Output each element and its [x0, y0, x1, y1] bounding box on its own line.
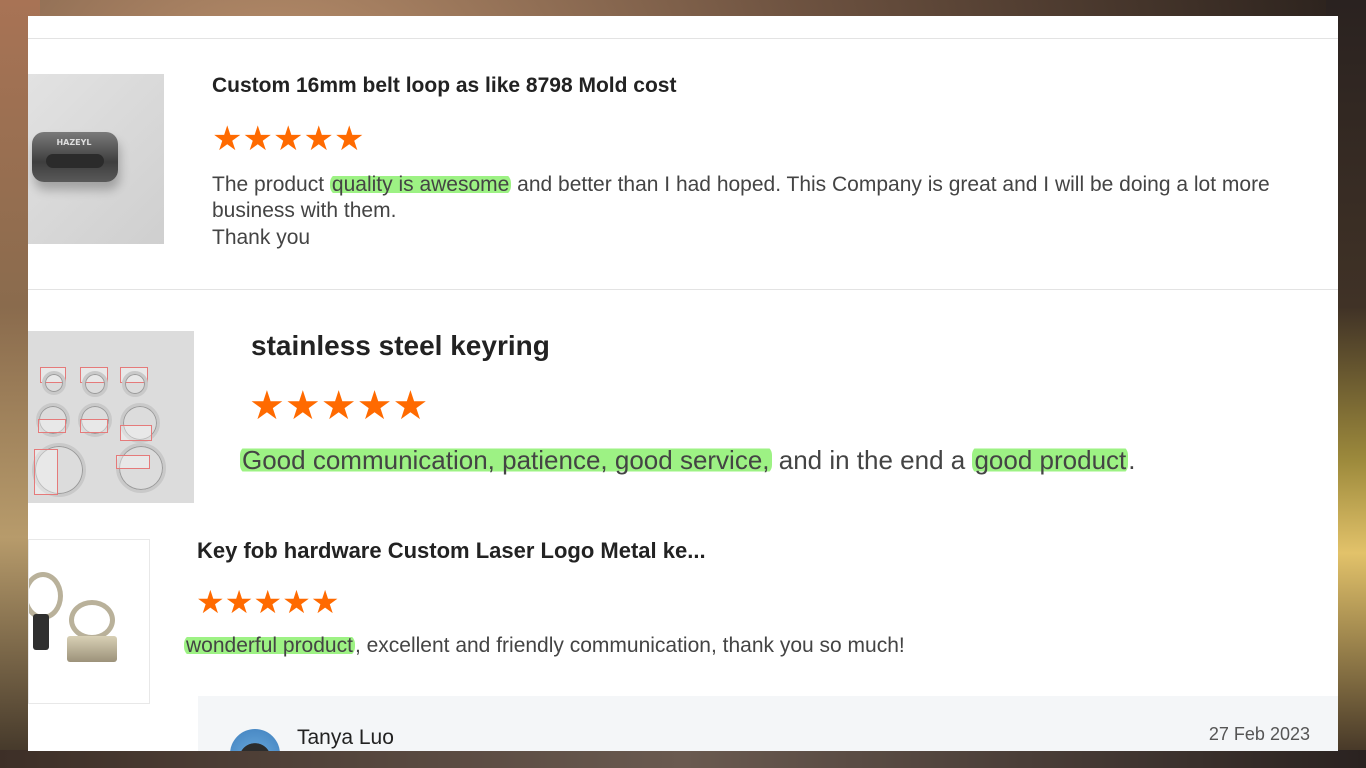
- fob-plate-shape: [67, 636, 117, 662]
- review-product-title[interactable]: stainless steel keyring: [251, 330, 550, 362]
- review-product-title[interactable]: Key fob hardware Custom Laser Logo Metal…: [197, 538, 706, 564]
- review-text-part: Thank you: [212, 225, 311, 249]
- background-blur-bottom: [0, 750, 1366, 768]
- comment-author: Tanya Luo: [297, 726, 394, 749]
- highlighted-phrase: quality is awesome: [329, 173, 512, 196]
- review-text: Good communication, patience, good servi…: [240, 444, 1320, 477]
- avatar-icon: [230, 729, 280, 751]
- star-icon: ★: [303, 120, 334, 158]
- highlighted-phrase: good product: [972, 445, 1129, 475]
- rating-stars: ★ ★ ★ ★ ★: [212, 122, 364, 156]
- ring-shape: [82, 371, 108, 397]
- star-icon: ★: [284, 384, 321, 428]
- belt-loop-image: HAZEYL: [32, 132, 118, 182]
- belt-loop-logo: HAZEYL: [56, 138, 92, 147]
- star-icon: ★: [356, 384, 393, 428]
- review-text-part: and in the end a: [771, 445, 973, 475]
- star-icon: ★: [242, 120, 273, 158]
- rating-stars: ★ ★ ★ ★ ★: [196, 586, 339, 618]
- rating-stars: ★ ★ ★ ★ ★: [249, 386, 428, 426]
- star-icon: ★: [320, 384, 357, 428]
- ring-tag: [38, 419, 66, 433]
- fob-ring-shape: [29, 572, 63, 620]
- review-text-part: The product: [212, 173, 330, 196]
- product-thumbnail-key-fob[interactable]: [28, 539, 150, 704]
- highlighted-phrase: wonderful product: [184, 634, 355, 657]
- fob-ring-shape: [69, 600, 115, 640]
- ring-tag: [80, 419, 108, 433]
- star-icon: ★: [224, 584, 254, 620]
- belt-loop-hole: [46, 154, 104, 168]
- review-text-part: , excellent and friendly communication, …: [354, 634, 905, 657]
- ring-shape: [42, 371, 66, 395]
- star-icon: ★: [392, 384, 429, 428]
- star-icon: ★: [310, 584, 340, 620]
- star-icon: ★: [253, 584, 283, 620]
- star-icon: ★: [272, 120, 304, 158]
- review-text: wonderful product, excellent and friendl…: [184, 633, 1304, 659]
- ring-shape: [122, 371, 148, 397]
- seller-comment-box: Tanya Luo 27 Feb 2023: [198, 696, 1338, 751]
- review-product-title[interactable]: Custom 16mm belt loop as like 8798 Mold …: [212, 74, 676, 98]
- star-icon: ★: [282, 584, 311, 620]
- review-text-part: .: [1128, 445, 1136, 475]
- product-thumbnail-keyrings[interactable]: [28, 331, 194, 503]
- ring-tag: [34, 449, 58, 495]
- star-icon: ★: [212, 120, 243, 158]
- product-thumbnail-belt-loop[interactable]: HAZEYL: [28, 74, 164, 244]
- ring-tag: [120, 425, 152, 441]
- fob-clamp-shape: [33, 614, 49, 650]
- top-divider: [28, 38, 1338, 39]
- highlighted-phrase: Good communication, patience, good servi…: [240, 445, 772, 475]
- comment-date: 27 Feb 2023: [1208, 724, 1310, 744]
- reviews-panel: HAZEYL Custom 16mm belt loop as like 879…: [28, 16, 1338, 751]
- review-divider: [28, 289, 1338, 290]
- star-icon: ★: [249, 384, 285, 428]
- star-icon: ★: [333, 120, 365, 158]
- star-icon: ★: [196, 584, 225, 620]
- review-text: The product quality is awesome and bette…: [212, 172, 1332, 251]
- ring-tag: [116, 455, 150, 469]
